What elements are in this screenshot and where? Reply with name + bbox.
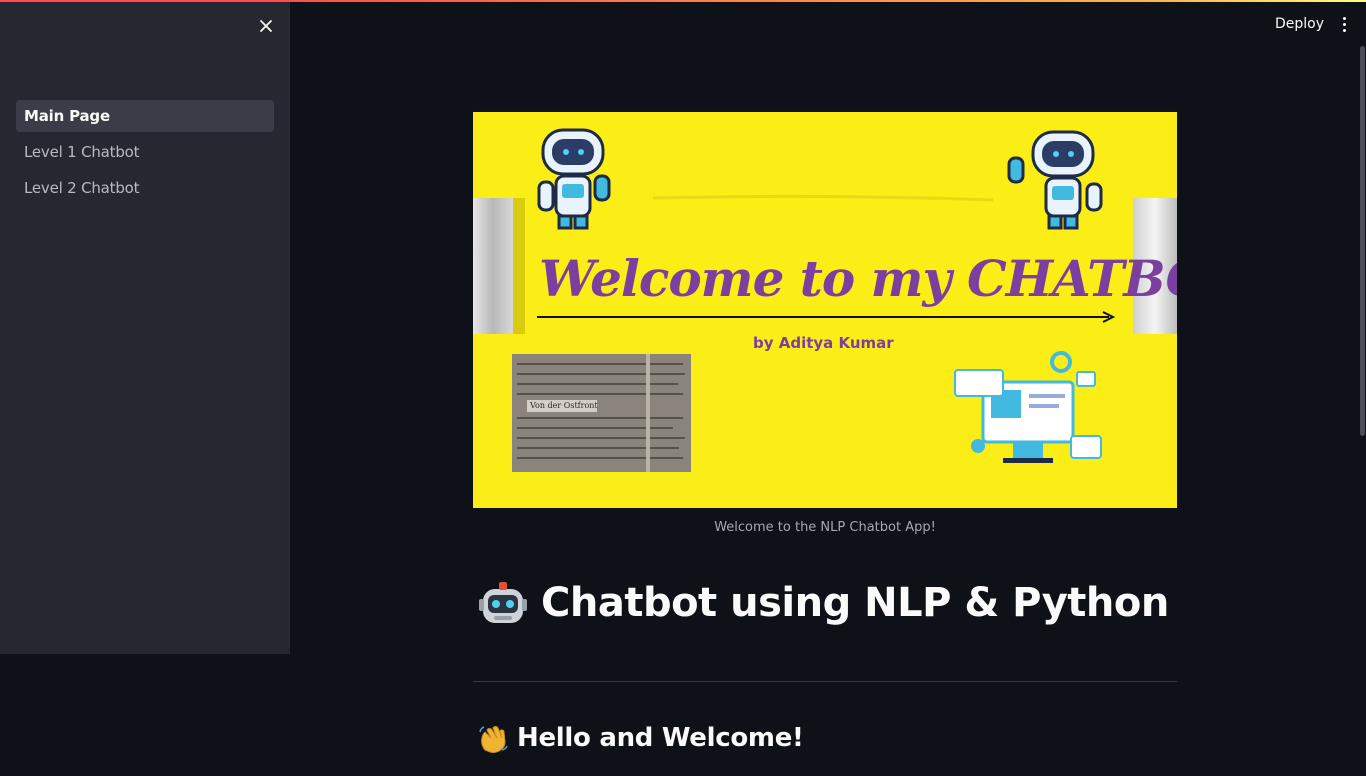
banner-headline: Welcome to my CHATBOT <box>539 249 1177 308</box>
deploy-button[interactable]: Deploy <box>1266 12 1333 36</box>
sidebar-nav: Main Page Level 1 Chatbot Level 2 Chatbo… <box>16 100 274 208</box>
robot-emoji <box>479 582 527 623</box>
kebab-menu-icon[interactable] <box>1334 12 1354 36</box>
main-content: Welcome to my CHATBOT by Aditya Kumar Vo… <box>473 112 1177 776</box>
close-icon[interactable] <box>254 14 278 38</box>
page-title-text: Chatbot using NLP & Python <box>541 580 1169 626</box>
sidebar-item-main-page[interactable]: Main Page <box>16 100 274 132</box>
sidebar-item-level-2-chatbot[interactable]: Level 2 Chatbot <box>16 172 274 204</box>
top-decoration-bar <box>0 0 1366 2</box>
image-caption: Welcome to the NLP Chatbot App! <box>714 520 936 535</box>
sidebar-item-level-1-chatbot[interactable]: Level 1 Chatbot <box>16 136 274 168</box>
newspaper-clipping-text: Von der Ostfront <box>530 401 598 410</box>
waving-hand-emoji <box>479 726 508 753</box>
page-title: Chatbot using NLP & Python <box>473 575 1177 631</box>
banner-byline: by Aditya Kumar <box>753 334 894 352</box>
divider <box>473 681 1177 682</box>
scrollbar[interactable] <box>1360 46 1365 436</box>
sidebar: Main Page Level 1 Chatbot Level 2 Chatbo… <box>0 0 290 654</box>
welcome-banner-image: Welcome to my CHATBOT by Aditya Kumar Vo… <box>473 112 1177 508</box>
welcome-heading-text: Hello and Welcome! <box>517 723 804 753</box>
welcome-heading: Hello and Welcome! <box>473 722 1177 754</box>
